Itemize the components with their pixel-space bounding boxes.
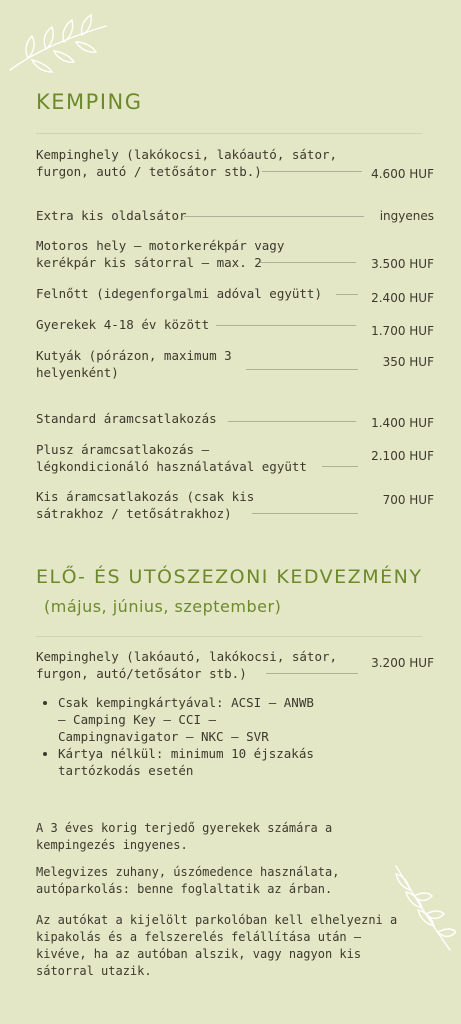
- discount-conditions-list: Csak kempingkártyával: ACSI – ANWB– Camp…: [46, 694, 314, 779]
- price-row: Kutyák (pórázon, maximum 3 helyenként) 35…: [36, 347, 436, 387]
- price-value: 2.100 HUF: [371, 449, 434, 463]
- leader-line: [246, 369, 358, 370]
- season-heading: ELŐ- ÉS UTÓSZEZONI KEDVEZMÉNY: [36, 566, 423, 588]
- price-value: 4.600 HUF: [371, 167, 434, 181]
- price-row: Motoros hely – motorkerékpár vagy kerékpá…: [36, 237, 436, 277]
- price-row-label: Motoros hely – motorkerékpár vagy kerékpá…: [36, 238, 285, 270]
- leaf-branch-icon: [395, 865, 456, 951]
- price-value: ingyenes: [379, 209, 434, 223]
- price-list-page: KEMPING Kempinghely (lakókocsi, lakóautó…: [0, 0, 461, 1024]
- price-row-label: Felnőtt (idegenforgalmi adóval együtt): [36, 286, 322, 301]
- price-row-label: Kempinghely (lakókocsi, lakóautó, sátor,…: [36, 147, 338, 179]
- leader-line: [228, 421, 356, 422]
- note-paragraph: Az autókat a kijelölt parkolóban kell el…: [36, 913, 398, 978]
- price-row-label: Gyerekek 4-18 év között: [36, 317, 210, 332]
- leader-line: [252, 513, 358, 514]
- price-value: 3.200 HUF: [371, 656, 434, 670]
- note-paragraph: A 3 éves korig terjedő gyerekek számára …: [36, 821, 333, 852]
- price-row: Kempinghely (lakókocsi, lakóautó, sátor,…: [36, 146, 436, 186]
- price-value: 1.700 HUF: [371, 324, 434, 338]
- leader-line: [260, 262, 356, 263]
- kemping-heading: KEMPING: [36, 90, 143, 114]
- leader-line: [262, 171, 362, 172]
- leader-line: [336, 294, 358, 295]
- leader-line: [322, 466, 358, 467]
- price-row-label: Standard áramcsatlakozás: [36, 411, 217, 426]
- season-subtitle: (május, június, szeptember): [44, 597, 282, 616]
- price-value: 350 HUF: [382, 355, 434, 369]
- leader-line: [266, 673, 358, 674]
- price-row-label: Kutyák (pórázon, maximum 3 helyenként): [36, 348, 232, 380]
- price-row-label: Kis áramcsatlakozás (csak kis sátrakhoz /…: [36, 489, 255, 521]
- leaf-branch-icon: [9, 13, 107, 73]
- section-divider: [36, 636, 422, 637]
- list-item: Kártya nélkül: minimum 10 éjszakástartóz…: [58, 745, 314, 779]
- price-row-label: Extra kis oldalsátor: [36, 208, 187, 223]
- list-item: Csak kempingkártyával: ACSI – ANWB– Camp…: [58, 694, 314, 745]
- price-value: 2.400 HUF: [371, 291, 434, 305]
- price-row: Plusz áramcsatlakozás – légkondicionáló h…: [36, 441, 436, 481]
- price-value: 3.500 HUF: [371, 257, 434, 271]
- price-value: 700 HUF: [382, 493, 434, 507]
- leader-line: [216, 325, 356, 326]
- price-row-label: Plusz áramcsatlakozás – légkondicionáló h…: [36, 442, 307, 474]
- price-row: Kis áramcsatlakozás (csak kis sátrakhoz /…: [36, 488, 436, 528]
- note-paragraph: Melegvizes zuhany, úszómedence használat…: [36, 865, 340, 896]
- price-row: Kempinghely (lakóautó, lakókocsi, sátor,…: [36, 648, 436, 688]
- price-row-label: Kempinghely (lakóautó, lakókocsi, sátor,…: [36, 649, 338, 681]
- price-value: 1.400 HUF: [371, 416, 434, 430]
- leader-line: [184, 216, 364, 217]
- section-divider: [36, 133, 422, 134]
